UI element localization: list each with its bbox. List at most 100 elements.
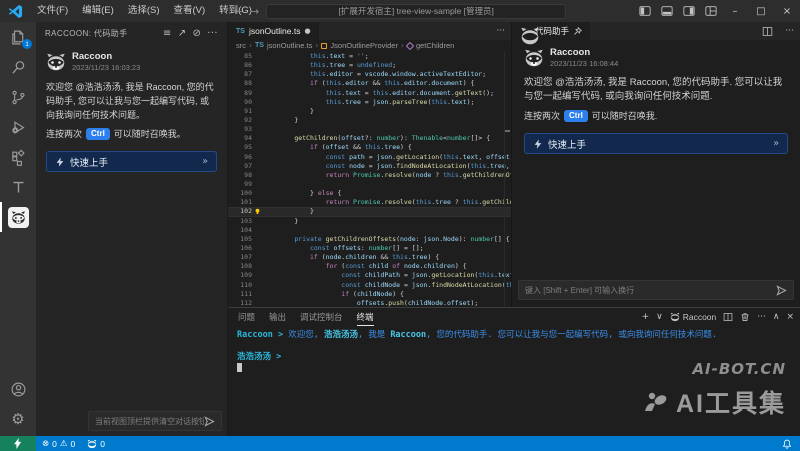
code-line[interactable]: 101 return Promise.resolve(this.tree ? t… — [228, 198, 511, 207]
send-icon[interactable] — [776, 285, 787, 296]
tab-jsonoutline[interactable]: TS jsonOutline.ts ● — [228, 22, 320, 40]
code-line[interactable]: 103 } — [228, 217, 511, 226]
menu-item[interactable]: 文件(F) — [30, 0, 75, 22]
menu-item[interactable]: 编辑(E) — [75, 0, 121, 22]
panel-more-icon[interactable]: ··· — [757, 312, 766, 322]
problems-status[interactable]: ⊗ 0 ⚠ 0 — [36, 436, 81, 451]
split-terminal-icon[interactable] — [723, 312, 733, 322]
panel-tab[interactable]: 问题 — [238, 308, 255, 326]
tab-assistant[interactable]: 代码助手 — [512, 22, 591, 40]
code-line[interactable]: 110 const childNode = json.findNodeAtLoc… — [228, 281, 511, 290]
maximize-panel-icon[interactable]: ∧ — [773, 312, 780, 322]
code-line[interactable]: 86 this.tree = undefined; — [228, 61, 511, 70]
command-center-search[interactable]: [扩展开发宿主] tree-view-sample [管理员] — [266, 4, 566, 19]
panel-more-actions-icon[interactable]: ··· — [779, 22, 800, 40]
activity-run-debug[interactable] — [0, 112, 36, 142]
breadcrumb-src[interactable]: src — [236, 41, 246, 50]
panel-tab[interactable]: 输出 — [269, 308, 286, 326]
code-line[interactable]: 102 } — [228, 207, 511, 216]
overview-ruler-mark — [505, 130, 510, 132]
customize-layout-icon[interactable] — [700, 0, 722, 22]
code-line[interactable]: 112 offsets.push(childNode.offset); — [228, 299, 511, 307]
code-line[interactable]: 88 if (this.editor && this.editor.docume… — [228, 79, 511, 88]
breadcrumb-file[interactable]: jsonOutline.ts — [267, 41, 312, 50]
code-line[interactable]: 98 return Promise.resolve(node ? this.ge… — [228, 171, 511, 180]
code-line[interactable]: 99 — [228, 180, 511, 189]
modified-dot-icon[interactable]: ● — [304, 27, 310, 35]
account-icon[interactable] — [0, 374, 36, 404]
settings-gear-icon[interactable]: ⚙ — [0, 404, 36, 434]
kill-terminal-icon[interactable] — [740, 312, 750, 322]
activity-tree-view[interactable] — [0, 172, 36, 202]
quick-start-button[interactable]: 快速上手 » — [46, 151, 217, 172]
code-line[interactable]: 90 this.tree = json.parseTree(this.text)… — [228, 98, 511, 107]
nav-forward-icon[interactable]: → — [250, 5, 259, 18]
new-terminal-icon[interactable]: + — [642, 312, 650, 322]
code-text: const path = json.getLocation(this.text,… — [263, 153, 511, 162]
assistant-chat-input[interactable]: 键入 [Shift + Enter] 可输入换行 — [518, 280, 794, 300]
editor-scrollbar[interactable] — [504, 51, 511, 307]
code-line[interactable]: 93 — [228, 125, 511, 134]
code-line[interactable]: 100 } else { — [228, 189, 511, 198]
activity-source-control[interactable] — [0, 82, 36, 112]
split-editor-icon[interactable] — [756, 22, 779, 40]
code-line[interactable]: 89 this.text = this.editor.document.getT… — [228, 89, 511, 98]
toggle-sidebar-icon[interactable] — [634, 0, 656, 22]
code-line[interactable]: 87 this.editor = vscode.window.activeTex… — [228, 70, 511, 79]
breadcrumb-method[interactable]: getChildren — [416, 41, 454, 50]
menu-lines-icon[interactable]: ≡ — [160, 28, 175, 39]
code-line[interactable]: 94 getChildren(offset?: number): Thenabl… — [228, 134, 511, 143]
code-line[interactable]: 108 for (const child of node.children) { — [228, 262, 511, 271]
code-line[interactable]: 107 if (node.children && this.tree) { — [228, 253, 511, 262]
sidebar-chat-input[interactable]: 当前视图顶栏提供清空对话按钮 — [88, 411, 222, 431]
activity-raccoon[interactable] — [0, 202, 36, 232]
close-panel-icon[interactable]: × — [786, 312, 794, 322]
editor-group-area: TS jsonOutline.ts ● ··· src › TS jsonOut… — [228, 22, 800, 307]
close-button[interactable]: × — [774, 0, 800, 22]
clear-chat-icon[interactable]: ⊘ — [189, 28, 204, 39]
activity-search[interactable] — [0, 52, 36, 82]
code-line[interactable]: 109 const childPath = json.getLocation(t… — [228, 271, 511, 280]
editor-more-actions-icon[interactable]: ··· — [490, 22, 511, 40]
code-line[interactable]: 106 const offsets: number[] = []; — [228, 244, 511, 253]
warning-count: 0 — [70, 439, 75, 449]
code-editor[interactable]: 85 this.text = '';86 this.tree = undefin… — [228, 51, 511, 307]
toggle-secondary-sidebar-icon[interactable] — [678, 0, 700, 22]
raccoon-status[interactable]: 0 — [81, 436, 111, 451]
vscode-window: 文件(F)编辑(E)选择(S)查看(V)转到(G)运行(R)··· ← → [扩… — [0, 0, 800, 451]
sidebar-input-row: 当前视图顶栏提供清空对话按钮 — [36, 407, 227, 436]
code-line[interactable]: 104 — [228, 226, 511, 235]
pin-icon[interactable] — [573, 27, 582, 36]
minimize-button[interactable]: – — [722, 0, 748, 22]
menu-item[interactable]: 选择(S) — [121, 0, 167, 22]
terminal-profile[interactable]: Raccoon — [670, 312, 717, 322]
export-icon[interactable]: ↗ — [175, 28, 190, 39]
explorer-badge: 1 — [22, 39, 32, 49]
lightbulb-icon[interactable] — [252, 207, 263, 216]
code-line[interactable]: 96 const path = json.getLocation(this.te… — [228, 153, 511, 162]
code-line[interactable]: 95 if (offset && this.tree) { — [228, 143, 511, 152]
panel-tab[interactable]: 终端 — [357, 308, 374, 326]
more-icon[interactable]: ··· — [204, 28, 221, 39]
menu-item[interactable]: 查看(V) — [166, 0, 212, 22]
breadcrumb-class[interactable]: JsonOutlineProvider — [330, 41, 398, 50]
activity-explorer[interactable]: 1 — [0, 22, 36, 52]
code-line[interactable]: 105 private getChildrenOffsets(node: jso… — [228, 235, 511, 244]
terminal-view[interactable]: Raccoon > 欢迎您, 浩浩汤汤, 我是 Raccoon, 您的代码助手.… — [228, 326, 800, 436]
activity-extensions[interactable] — [0, 142, 36, 172]
code-line[interactable]: 91 } — [228, 107, 511, 116]
terminal-dropdown-icon[interactable]: ∨ — [656, 312, 663, 322]
send-icon[interactable] — [204, 416, 215, 427]
line-number: 100 — [228, 189, 252, 198]
maximize-button[interactable]: □ — [748, 0, 774, 22]
bell-icon[interactable] — [782, 439, 792, 449]
toggle-panel-icon[interactable] — [656, 0, 678, 22]
code-line[interactable]: 92 } — [228, 116, 511, 125]
code-line[interactable]: 85 this.text = ''; — [228, 52, 511, 61]
nav-back-icon[interactable]: ← — [234, 5, 243, 18]
code-line[interactable]: 111 if (childNode) { — [228, 290, 511, 299]
quick-start-button[interactable]: 快速上手 » — [524, 133, 788, 154]
remote-indicator[interactable] — [0, 436, 36, 451]
code-line[interactable]: 97 const node = json.findNodeAtLocation(… — [228, 162, 511, 171]
panel-tab[interactable]: 调试控制台 — [300, 308, 343, 326]
